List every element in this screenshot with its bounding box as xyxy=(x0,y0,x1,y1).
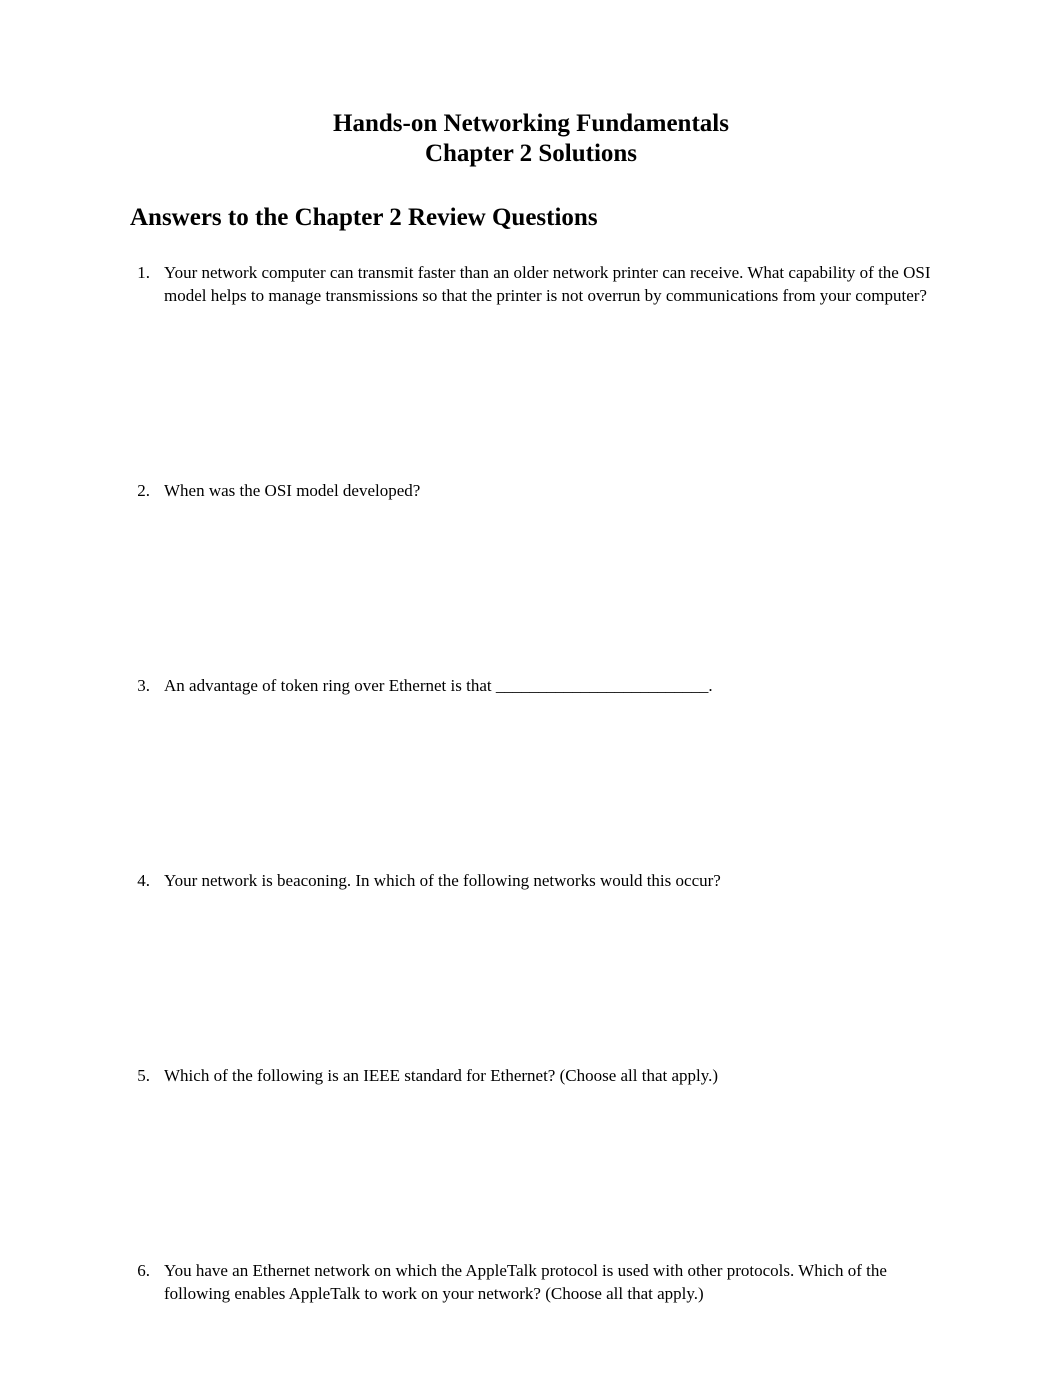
question-number: 5. xyxy=(130,1065,164,1088)
question-number: 2. xyxy=(130,480,164,503)
list-item: 4. Your network is beaconing. In which o… xyxy=(130,870,932,893)
question-number: 6. xyxy=(130,1260,164,1306)
question-text: An advantage of token ring over Ethernet… xyxy=(164,675,932,698)
question-number: 3. xyxy=(130,675,164,698)
list-item: 1. Your network computer can transmit fa… xyxy=(130,262,932,308)
list-item: 3. An advantage of token ring over Ether… xyxy=(130,675,932,698)
section-heading: Answers to the Chapter 2 Review Question… xyxy=(130,204,932,232)
question-text: When was the OSI model developed? xyxy=(164,480,932,503)
question-text: Which of the following is an IEEE standa… xyxy=(164,1065,932,1088)
question-list: 1. Your network computer can transmit fa… xyxy=(130,262,932,1306)
document-title-line2: Chapter 2 Solutions xyxy=(130,140,932,168)
document-title-line1: Hands-on Networking Fundamentals xyxy=(130,110,932,138)
list-item: 2. When was the OSI model developed? xyxy=(130,480,932,503)
question-number: 4. xyxy=(130,870,164,893)
question-text: You have an Ethernet network on which th… xyxy=(164,1260,932,1306)
question-number: 1. xyxy=(130,262,164,308)
question-text: Your network is beaconing. In which of t… xyxy=(164,870,932,893)
list-item: 6. You have an Ethernet network on which… xyxy=(130,1260,932,1306)
question-text: Your network computer can transmit faste… xyxy=(164,262,932,308)
list-item: 5. Which of the following is an IEEE sta… xyxy=(130,1065,932,1088)
